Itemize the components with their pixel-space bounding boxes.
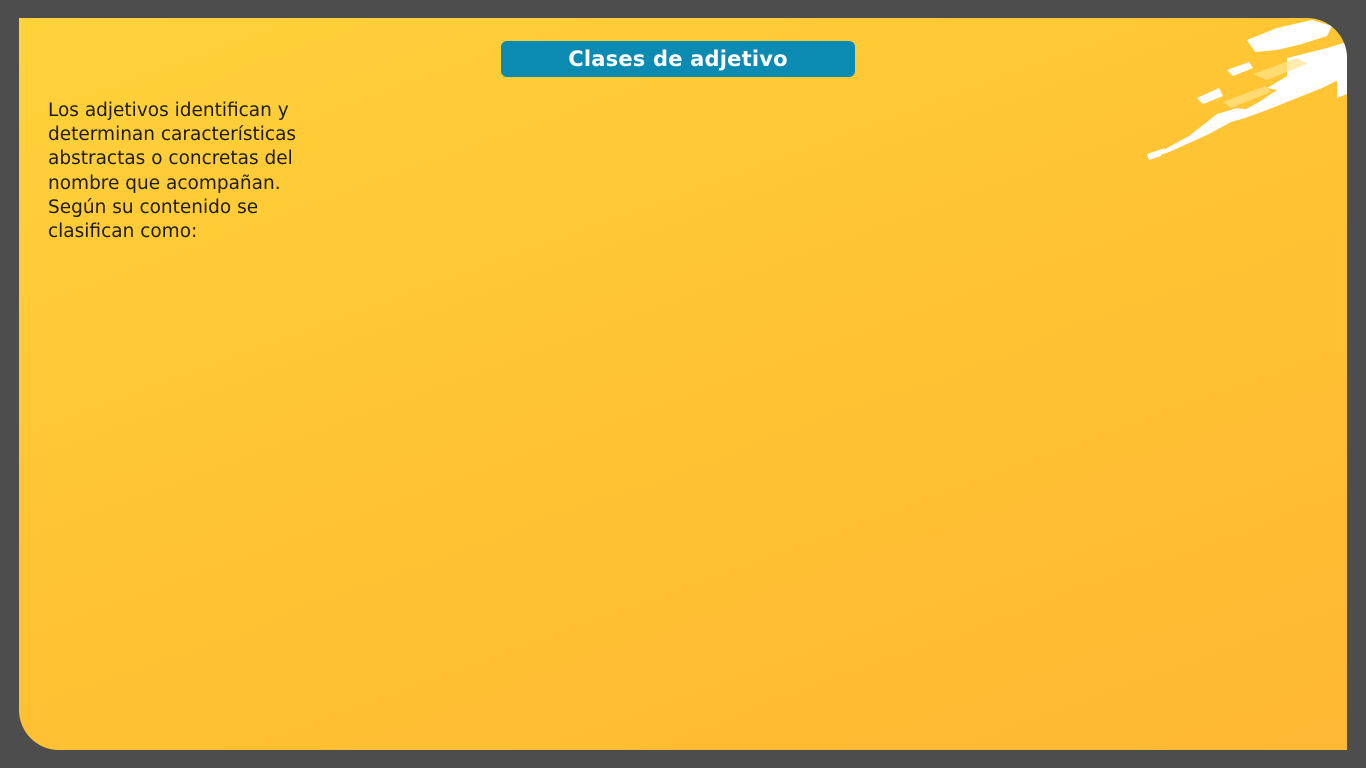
body-line: abstractas o concretas del [48, 148, 293, 170]
body-line: nombre que acompañan. [48, 172, 281, 194]
presentation-frame: Clases de adjetivo Los adjetivos identif… [0, 0, 1366, 768]
body-line: Según su contenido se [48, 196, 259, 218]
body-line: Los adjetivos identifican y [48, 100, 289, 121]
body-paragraph: Los adjetivos identifican y determinan c… [48, 99, 348, 244]
slide-title: Clases de adjetivo [568, 47, 788, 71]
title-banner: Clases de adjetivo [501, 41, 855, 77]
body-line: clasifican como: [48, 221, 198, 243]
body-line: determinan características [48, 124, 297, 146]
slide: Clases de adjetivo Los adjetivos identif… [19, 18, 1347, 750]
white-paint-splash [1147, 20, 1347, 160]
